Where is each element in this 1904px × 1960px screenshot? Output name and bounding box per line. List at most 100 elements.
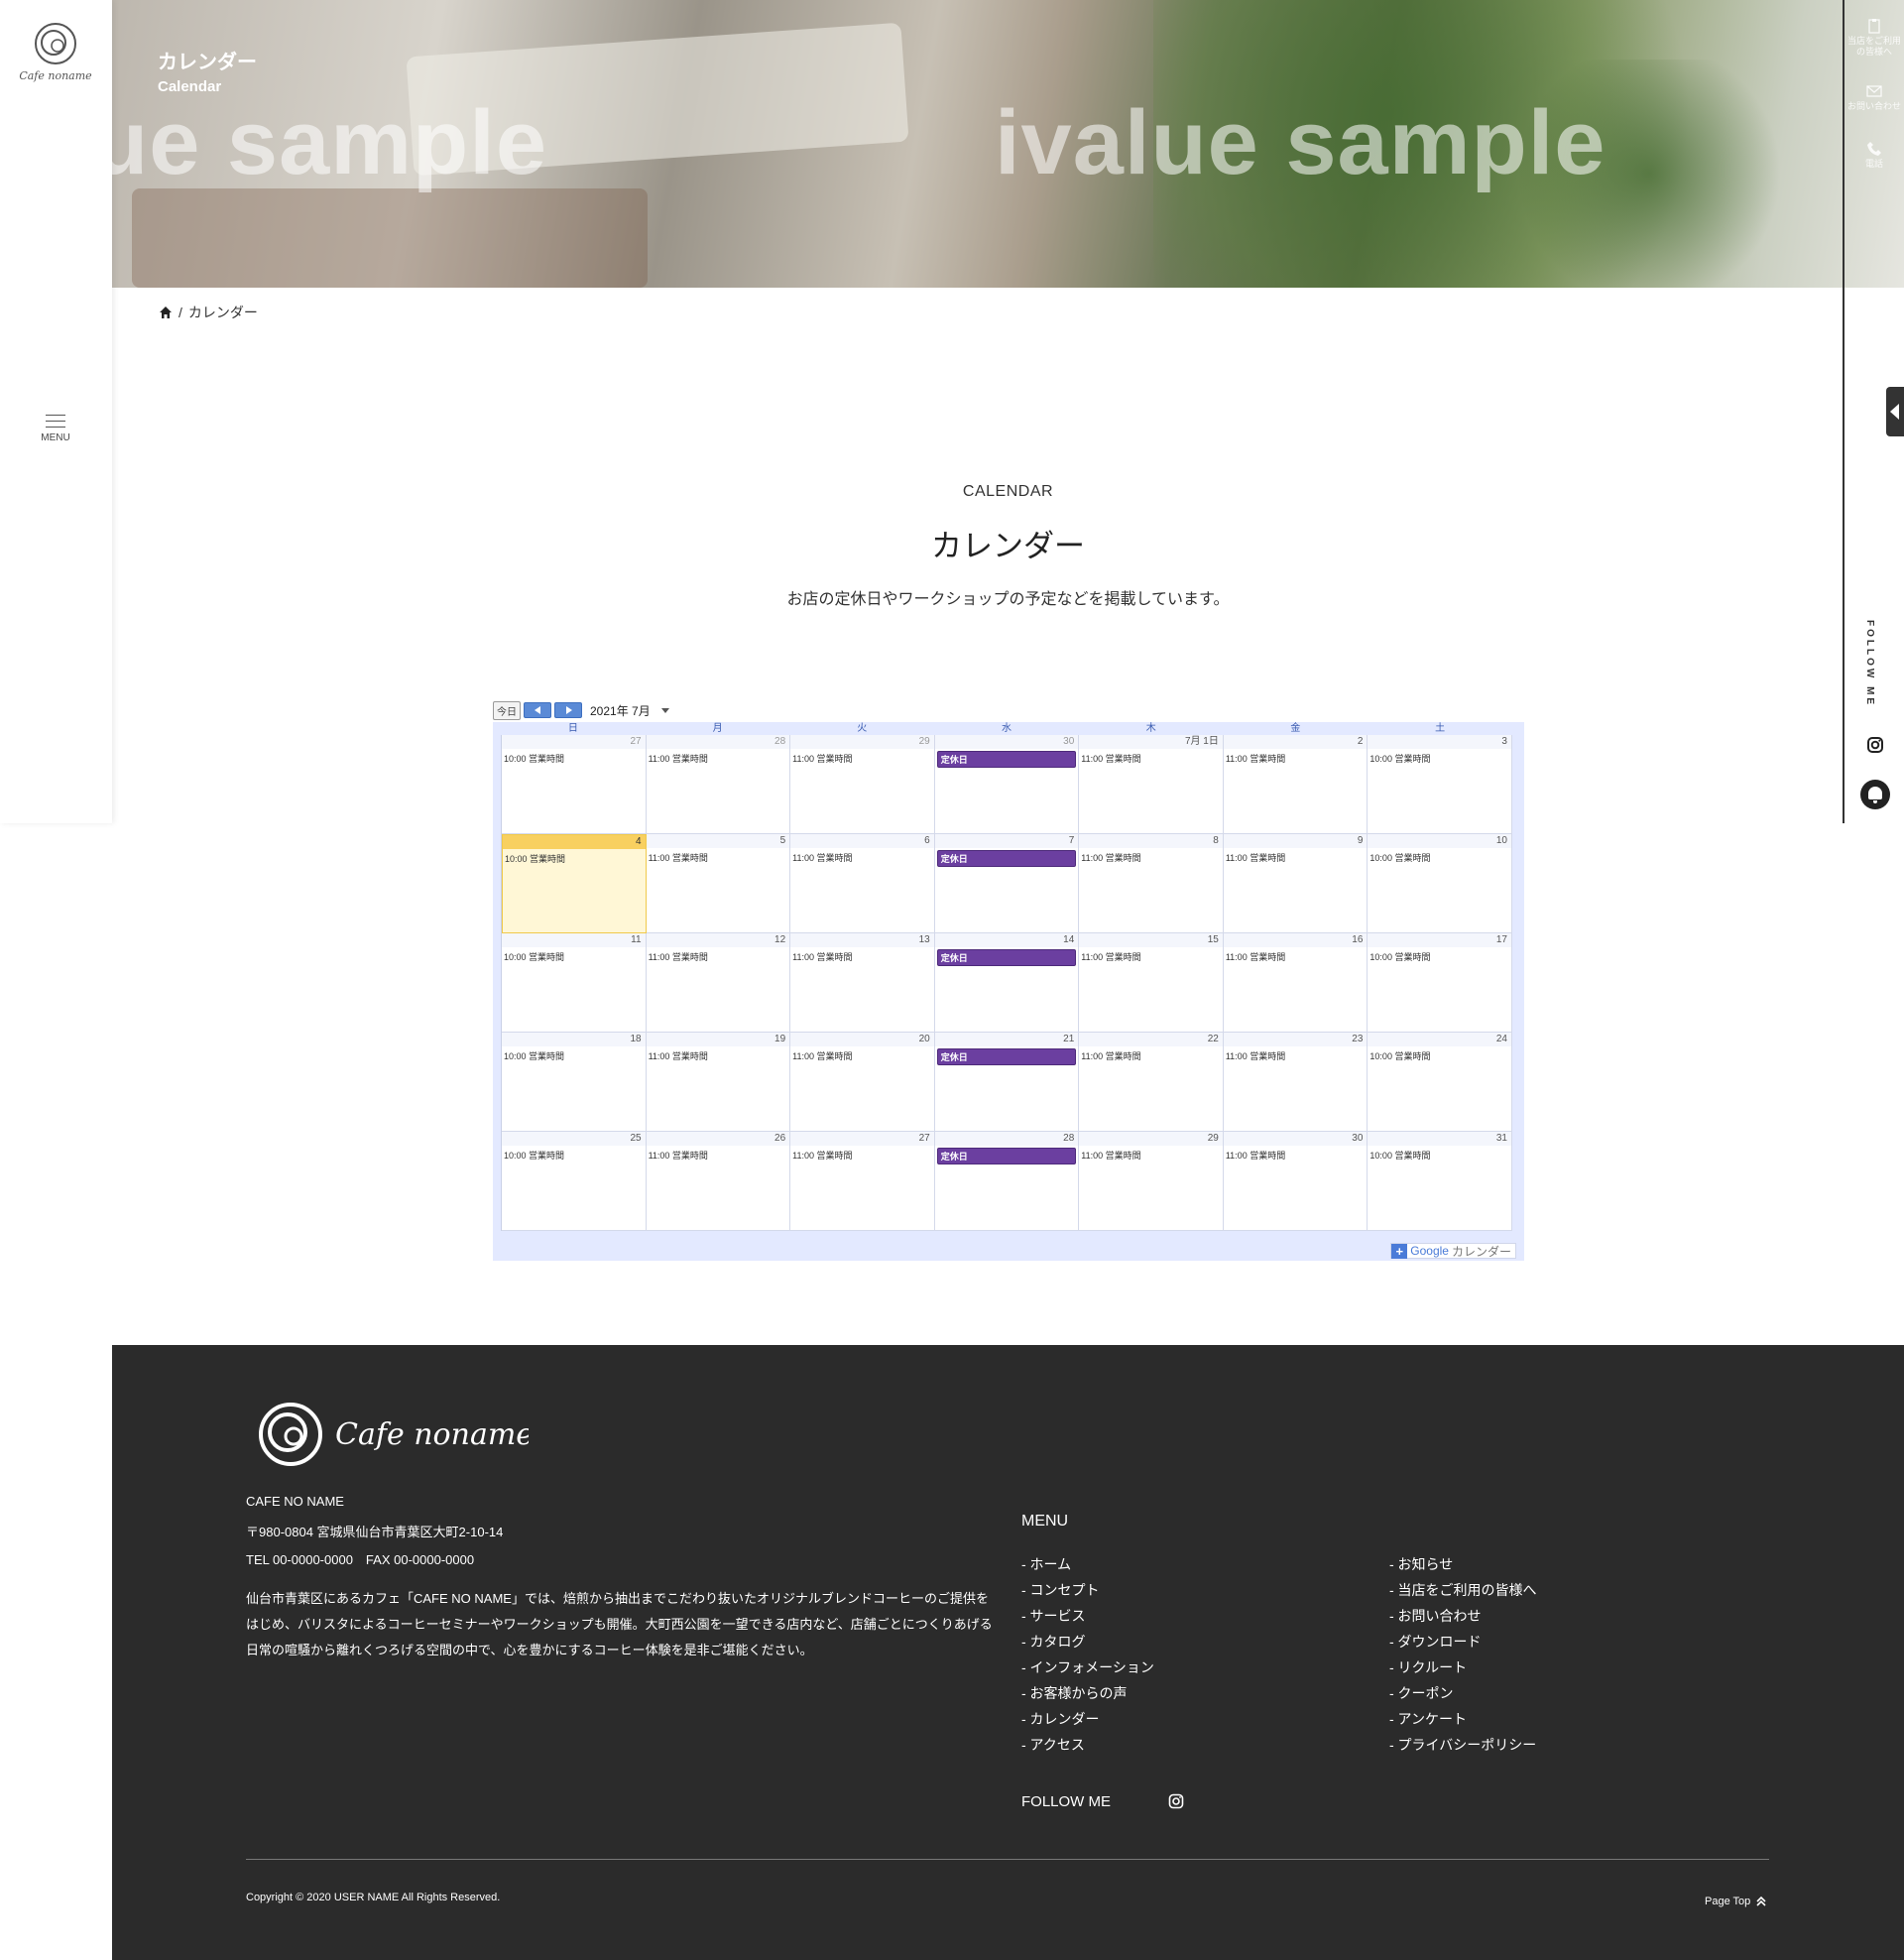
holiday-event[interactable]: 定休日 <box>936 949 1077 966</box>
footer-menu-link[interactable]: - クーポン <box>1389 1680 1537 1706</box>
calendar-event[interactable]: 11:00 営業時間 <box>790 752 934 765</box>
calendar-day[interactable]: 26 11:00 営業時間 <box>646 1132 791 1231</box>
calendar-day[interactable]: 11 10:00 営業時間 <box>502 933 647 1033</box>
calendar-event[interactable]: 11:00 営業時間 <box>1079 752 1223 765</box>
rail-link-contact[interactable]: お問い合わせ <box>1844 83 1904 112</box>
footer-menu-link[interactable]: - アクセス <box>1021 1732 1154 1758</box>
calendar-day[interactable]: 8 11:00 営業時間 <box>1079 834 1224 933</box>
footer-menu-link[interactable]: - 当店をご利用の皆様へ <box>1389 1577 1537 1603</box>
calendar-day[interactable]: 27 10:00 営業時間 <box>502 735 647 834</box>
footer-menu-link[interactable]: - プライバシーポリシー <box>1389 1732 1537 1758</box>
calendar-event[interactable]: 10:00 営業時間 <box>1368 851 1511 864</box>
rail-link-phone[interactable]: 電話 <box>1844 141 1904 170</box>
calendar-event[interactable]: 10:00 営業時間 <box>502 1149 646 1162</box>
calendar-event[interactable]: 10:00 営業時間 <box>1368 1049 1511 1062</box>
calendar-event[interactable]: 11:00 営業時間 <box>1079 1149 1223 1162</box>
calendar-event[interactable]: 11:00 営業時間 <box>647 1149 790 1162</box>
calendar-day[interactable]: 16 11:00 営業時間 <box>1223 933 1368 1033</box>
calendar-event[interactable]: 11:00 営業時間 <box>790 1049 934 1062</box>
instagram-icon[interactable] <box>1168 1793 1184 1809</box>
holiday-event[interactable]: 定休日 <box>936 850 1077 867</box>
footer-menu-link[interactable]: - リクルート <box>1389 1654 1537 1680</box>
calendar-day[interactable]: 20 11:00 営業時間 <box>790 1033 935 1132</box>
calendar-day[interactable]: 6 11:00 営業時間 <box>790 834 935 933</box>
footer-menu-link[interactable]: - カタログ <box>1021 1629 1154 1654</box>
calendar-day[interactable]: 21 定休日 <box>934 1033 1080 1132</box>
holiday-event[interactable]: 定休日 <box>936 1148 1077 1164</box>
calendar-day[interactable]: 10 10:00 営業時間 <box>1368 834 1512 933</box>
calendar-day[interactable]: 2 11:00 営業時間 <box>1223 735 1368 834</box>
calendar-day[interactable]: 30 定休日 <box>934 735 1080 834</box>
calendar-event[interactable]: 11:00 営業時間 <box>1079 950 1223 963</box>
prev-month-button[interactable] <box>524 702 551 718</box>
calendar-day[interactable]: 28 11:00 営業時間 <box>646 735 791 834</box>
calendar-day[interactable]: 23 11:00 営業時間 <box>1223 1033 1368 1132</box>
footer-menu-link[interactable]: - カレンダー <box>1021 1706 1154 1732</box>
calendar-day[interactable]: 15 11:00 営業時間 <box>1079 933 1224 1033</box>
calendar-event[interactable]: 11:00 営業時間 <box>647 1049 790 1062</box>
calendar-day[interactable]: 7月 1日 11:00 営業時間 <box>1079 735 1224 834</box>
side-panel-toggle[interactable] <box>1886 387 1904 436</box>
calendar-event[interactable]: 11:00 営業時間 <box>1224 851 1368 864</box>
calendar-event[interactable]: 10:00 営業時間 <box>502 1049 646 1062</box>
calendar-event[interactable]: 11:00 営業時間 <box>790 1149 934 1162</box>
calendar-day[interactable]: 25 10:00 営業時間 <box>502 1132 647 1231</box>
calendar-day[interactable]: 3 10:00 営業時間 <box>1368 735 1512 834</box>
footer-logo[interactable]: Cafe noname <box>251 1395 534 1474</box>
calendar-event[interactable]: 10:00 営業時間 <box>503 852 646 865</box>
calendar-day[interactable]: 13 11:00 営業時間 <box>790 933 935 1033</box>
rail-link-guide[interactable]: 当店をご利用の皆様へ <box>1844 18 1904 58</box>
calendar-event[interactable]: 11:00 営業時間 <box>1224 1049 1368 1062</box>
footer-menu-link[interactable]: - ダウンロード <box>1389 1629 1537 1654</box>
calendar-event[interactable]: 10:00 営業時間 <box>502 752 646 765</box>
calendar-day[interactable]: 14 定休日 <box>934 933 1080 1033</box>
calendar-day[interactable]: 31 10:00 営業時間 <box>1368 1132 1512 1231</box>
footer-menu-link[interactable]: - インフォメーション <box>1021 1654 1154 1680</box>
calendar-day[interactable]: 29 11:00 営業時間 <box>1079 1132 1224 1231</box>
calendar-day[interactable]: 27 11:00 営業時間 <box>790 1132 935 1231</box>
calendar-day[interactable]: 30 11:00 営業時間 <box>1223 1132 1368 1231</box>
calendar-event[interactable]: 10:00 営業時間 <box>1368 950 1511 963</box>
calendar-day[interactable]: 17 10:00 営業時間 <box>1368 933 1512 1033</box>
footer-menu-link[interactable]: - お知らせ <box>1389 1551 1537 1577</box>
calendar-day-today[interactable]: 4 10:00 営業時間 <box>502 834 647 933</box>
calendar-day[interactable]: 28 定休日 <box>934 1132 1080 1231</box>
calendar-day[interactable]: 22 11:00 営業時間 <box>1079 1033 1224 1132</box>
calendar-day[interactable]: 7 定休日 <box>934 834 1080 933</box>
calendar-event[interactable]: 11:00 営業時間 <box>1224 752 1368 765</box>
chevron-down-icon[interactable] <box>660 707 669 713</box>
calendar-day[interactable]: 18 10:00 営業時間 <box>502 1033 647 1132</box>
holiday-event[interactable]: 定休日 <box>936 1048 1077 1065</box>
today-button[interactable]: 今日 <box>493 700 521 720</box>
footer-menu-link[interactable]: - ホーム <box>1021 1551 1154 1577</box>
calendar-event[interactable]: 11:00 営業時間 <box>647 752 790 765</box>
home-icon[interactable] <box>159 306 173 319</box>
next-month-button[interactable] <box>554 702 582 718</box>
calendar-day[interactable]: 29 11:00 営業時間 <box>790 735 935 834</box>
add-to-google-calendar-button[interactable]: + Google カレンダー <box>1390 1243 1516 1259</box>
calendar-event[interactable]: 11:00 営業時間 <box>1224 1149 1368 1162</box>
footer-menu-link[interactable]: - コンセプト <box>1021 1577 1154 1603</box>
footer-menu-link[interactable]: - アンケート <box>1389 1706 1537 1732</box>
calendar-event[interactable]: 11:00 営業時間 <box>790 950 934 963</box>
footer-menu-link[interactable]: - サービス <box>1021 1603 1154 1629</box>
site-logo[interactable]: Cafe noname <box>14 18 97 87</box>
calendar-event[interactable]: 10:00 営業時間 <box>1368 1149 1511 1162</box>
calendar-event[interactable]: 11:00 営業時間 <box>647 851 790 864</box>
calendar-event[interactable]: 11:00 営業時間 <box>790 851 934 864</box>
calendar-event[interactable]: 11:00 営業時間 <box>1224 950 1368 963</box>
calendar-event[interactable]: 10:00 営業時間 <box>502 950 646 963</box>
calendar-day[interactable]: 24 10:00 営業時間 <box>1368 1033 1512 1132</box>
calendar-day[interactable]: 19 11:00 営業時間 <box>646 1033 791 1132</box>
menu-button[interactable]: MENU <box>33 415 78 450</box>
calendar-day[interactable]: 9 11:00 営業時間 <box>1223 834 1368 933</box>
calendar-event[interactable]: 11:00 営業時間 <box>1079 851 1223 864</box>
footer-menu-link[interactable]: - お客様からの声 <box>1021 1680 1154 1706</box>
footer-menu-link[interactable]: - お問い合わせ <box>1389 1603 1537 1629</box>
calendar-event[interactable]: 10:00 営業時間 <box>1368 752 1511 765</box>
page-top-button[interactable]: Page Top <box>1705 1896 1766 1907</box>
calendar-event[interactable]: 11:00 営業時間 <box>1079 1049 1223 1062</box>
calendar-day[interactable]: 12 11:00 営業時間 <box>646 933 791 1033</box>
calendar-event[interactable]: 11:00 営業時間 <box>647 950 790 963</box>
holiday-event[interactable]: 定休日 <box>936 751 1077 768</box>
